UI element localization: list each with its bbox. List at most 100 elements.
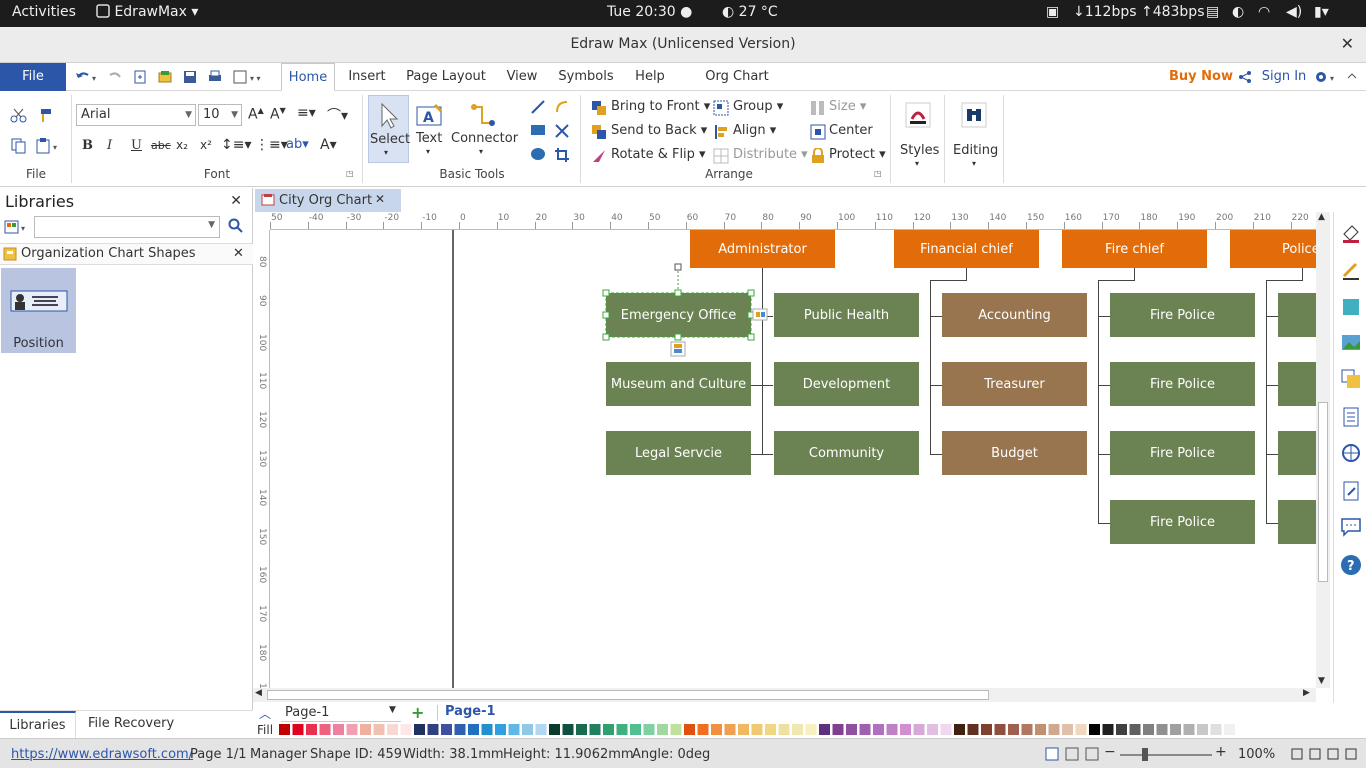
line-style-icon[interactable] bbox=[1340, 260, 1362, 282]
share-icon[interactable] bbox=[1238, 70, 1252, 84]
connector-tool-button[interactable]: Connector ▾ bbox=[450, 95, 518, 163]
color-swatch[interactable] bbox=[981, 724, 992, 735]
color-swatch[interactable] bbox=[1224, 724, 1235, 735]
night-mode-icon[interactable]: ◐ bbox=[1232, 4, 1244, 20]
color-swatch[interactable] bbox=[1089, 724, 1100, 735]
color-swatch[interactable] bbox=[630, 724, 641, 735]
export-icon[interactable]: ▾ ▾ bbox=[232, 69, 272, 85]
apps-icon[interactable]: ▣ bbox=[1046, 4, 1059, 20]
color-swatch[interactable] bbox=[994, 724, 1006, 735]
copy-icon[interactable] bbox=[10, 137, 28, 155]
line-spacing-icon[interactable]: ↕≡▾ bbox=[221, 137, 252, 153]
drawing-canvas[interactable]: Administrator Financial chief Fire chief… bbox=[270, 230, 1316, 688]
layers-icon[interactable] bbox=[1340, 368, 1362, 390]
color-swatch[interactable] bbox=[562, 724, 574, 735]
color-swatch[interactable] bbox=[481, 724, 493, 735]
close-icon[interactable]: ✕ bbox=[375, 192, 385, 206]
color-swatch[interactable] bbox=[1237, 724, 1249, 735]
color-swatch[interactable] bbox=[603, 724, 614, 735]
distribute-button[interactable]: Distribute ▾ bbox=[733, 147, 808, 162]
editing-button[interactable]: Editing ▾ bbox=[950, 95, 1000, 177]
color-swatch[interactable] bbox=[711, 724, 722, 735]
color-swatch[interactable] bbox=[927, 724, 938, 735]
org-box-financial-chief[interactable]: Financial chief bbox=[894, 230, 1039, 268]
color-swatch[interactable] bbox=[549, 724, 560, 735]
tab-home[interactable]: Home bbox=[281, 63, 335, 91]
color-swatch[interactable] bbox=[765, 724, 776, 735]
superscript-icon[interactable]: x² bbox=[200, 138, 212, 152]
italic-icon[interactable]: I bbox=[107, 138, 112, 153]
tab-page-layout[interactable]: Page Layout bbox=[404, 63, 488, 91]
website-link[interactable]: https://www.edrawsoft.com/ bbox=[11, 747, 193, 762]
underline-icon[interactable]: U bbox=[131, 138, 142, 153]
color-swatch[interactable] bbox=[1183, 724, 1195, 735]
weather[interactable]: ◐ 27 °C bbox=[722, 4, 778, 20]
line-tool-icon[interactable] bbox=[530, 99, 546, 115]
color-swatch[interactable] bbox=[805, 724, 817, 735]
subscript-icon[interactable]: x₂ bbox=[176, 138, 188, 152]
horizontal-scrollbar[interactable]: ◀ ▶ bbox=[253, 688, 1316, 702]
color-swatch[interactable] bbox=[954, 724, 965, 735]
org-box-community[interactable]: Community bbox=[774, 431, 919, 475]
zoom-in-icon[interactable]: + bbox=[1215, 744, 1227, 760]
center-icon[interactable] bbox=[810, 124, 826, 140]
volume-icon[interactable]: ◀) bbox=[1286, 4, 1302, 20]
crop-tool-icon[interactable] bbox=[554, 147, 570, 163]
position-shape-item[interactable]: Position bbox=[1, 268, 76, 353]
color-swatch[interactable] bbox=[306, 724, 317, 735]
comment-icon[interactable] bbox=[1340, 516, 1362, 538]
font-name-combo[interactable]: Arial ▼ bbox=[76, 104, 196, 126]
org-box-fire-police[interactable]: Fire Police bbox=[1110, 293, 1255, 337]
redo-icon[interactable] bbox=[108, 69, 124, 85]
paragraph-align-icon[interactable]: ≡▾ bbox=[297, 105, 316, 121]
distribute-icon[interactable] bbox=[713, 148, 729, 164]
color-swatch[interactable] bbox=[589, 724, 601, 735]
align-icon[interactable] bbox=[713, 124, 729, 140]
library-search-input[interactable]: ▼ bbox=[34, 216, 220, 238]
text-tool-button[interactable]: A Text ▾ bbox=[412, 95, 448, 163]
color-swatch[interactable] bbox=[886, 724, 898, 735]
color-swatch[interactable] bbox=[333, 724, 344, 735]
save-icon[interactable] bbox=[182, 69, 198, 85]
undo-icon[interactable]: ▾ bbox=[74, 69, 100, 85]
format-painter-icon[interactable] bbox=[35, 107, 53, 123]
color-swatch[interactable] bbox=[670, 724, 682, 735]
curve-connector-icon[interactable] bbox=[554, 99, 570, 115]
org-box-fire-police[interactable]: Fire Police bbox=[1110, 431, 1255, 475]
color-swatch[interactable] bbox=[522, 724, 533, 735]
org-box-police-unit[interactable] bbox=[1278, 431, 1316, 475]
color-swatch[interactable] bbox=[616, 724, 628, 735]
color-swatch[interactable] bbox=[1197, 724, 1208, 735]
tab-view[interactable]: View bbox=[502, 63, 542, 91]
rotate-flip-button[interactable]: Rotate & Flip ▾ bbox=[611, 147, 706, 162]
zoom-out-icon[interactable]: − bbox=[1104, 744, 1116, 760]
color-swatch[interactable] bbox=[684, 724, 695, 735]
fill-style-icon[interactable] bbox=[1340, 222, 1362, 244]
protect-button[interactable]: Protect ▾ bbox=[829, 147, 886, 162]
color-swatch[interactable] bbox=[1075, 724, 1087, 735]
color-swatch[interactable] bbox=[967, 724, 979, 735]
activities-button[interactable]: Activities bbox=[12, 4, 76, 20]
send-to-back-icon[interactable] bbox=[591, 124, 607, 140]
tab-symbols[interactable]: Symbols bbox=[556, 63, 616, 91]
org-box-fire-police[interactable]: Fire Police bbox=[1110, 500, 1255, 544]
clock[interactable]: Tue 20:30 ● bbox=[607, 4, 692, 20]
text-highlight-icon[interactable]: ab▾ bbox=[286, 137, 309, 152]
vertical-scroll-thumb[interactable] bbox=[1318, 402, 1328, 582]
bullets-icon[interactable]: ⋮≡▾ bbox=[255, 137, 288, 153]
zoom-slider-thumb[interactable] bbox=[1142, 748, 1148, 761]
shadow-icon[interactable] bbox=[1340, 296, 1362, 318]
color-swatch[interactable] bbox=[859, 724, 871, 735]
buy-now-link[interactable]: Buy Now bbox=[1168, 63, 1234, 91]
wifi-icon[interactable]: ◠ bbox=[1258, 4, 1270, 20]
color-swatch[interactable] bbox=[279, 724, 290, 735]
globe-icon[interactable] bbox=[1340, 442, 1362, 464]
settings-gear-icon[interactable]: ▾ bbox=[1313, 69, 1339, 85]
color-swatch[interactable] bbox=[1129, 724, 1141, 735]
tab-libraries[interactable]: Libraries bbox=[0, 711, 76, 739]
color-swatch[interactable] bbox=[508, 724, 520, 735]
color-swatch[interactable] bbox=[1008, 724, 1019, 735]
add-page-icon[interactable]: + bbox=[411, 703, 424, 722]
center-button[interactable]: Center bbox=[829, 123, 873, 138]
rectangle-tool-icon[interactable] bbox=[530, 123, 546, 137]
